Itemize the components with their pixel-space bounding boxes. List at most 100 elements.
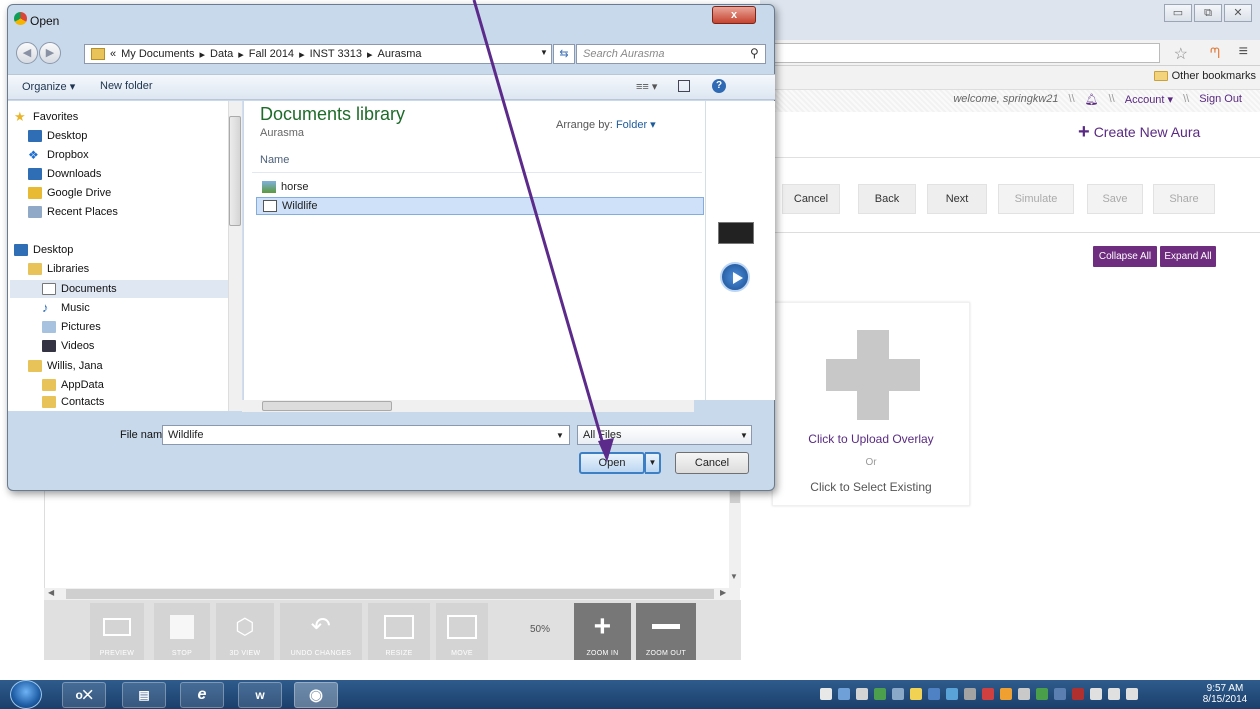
tray-icon[interactable]	[892, 688, 904, 700]
tray-icon[interactable]	[1000, 688, 1012, 700]
breadcrumb-item[interactable]: Fall 2014	[249, 48, 294, 60]
create-new-aura-link[interactable]: + Create New Aura	[1078, 122, 1200, 142]
preview-button[interactable]: PREVIEW	[90, 603, 144, 660]
nav-desktop-root[interactable]: Desktop	[10, 241, 230, 259]
media-player-icon[interactable]	[720, 262, 750, 292]
tray-icon[interactable]	[946, 688, 958, 700]
move-button[interactable]: MOVE	[436, 603, 488, 660]
notification-icon[interactable]: 🔔︎	[1085, 93, 1099, 106]
forward-arrow-icon[interactable]: ▶	[39, 42, 61, 64]
editor-canvas[interactable]	[44, 480, 740, 588]
zoom-out-button[interactable]: ZOOM OUT	[636, 603, 696, 660]
nav-documents[interactable]: Documents	[10, 280, 230, 298]
cancel-aura-button[interactable]: Cancel	[782, 184, 840, 214]
share-button[interactable]: Share	[1153, 184, 1215, 214]
arrange-value[interactable]: Folder ▾	[616, 119, 656, 131]
new-folder-button[interactable]: New folder	[100, 80, 153, 92]
breadcrumb-item[interactable]: Aurasma	[378, 48, 422, 60]
next-button[interactable]: Next	[927, 184, 987, 214]
battery-icon[interactable]	[1090, 688, 1102, 700]
tray-icon[interactable]	[982, 688, 994, 700]
file-name-input[interactable]: Wildlife	[162, 425, 570, 445]
tray-icon[interactable]	[1036, 688, 1048, 700]
account-menu[interactable]: Account ▾	[1125, 93, 1173, 106]
nav-contacts[interactable]: Contacts	[10, 395, 230, 409]
nav-favorites[interactable]: ★ Favorites	[10, 108, 230, 126]
zoom-in-button[interactable]: + ZOOM IN	[574, 603, 631, 660]
url-input[interactable]	[760, 43, 1160, 63]
other-bookmarks[interactable]: Other bookmarks	[1153, 70, 1256, 82]
signal-icon[interactable]	[1108, 688, 1120, 700]
nav-videos[interactable]: Videos	[10, 337, 230, 355]
breadcrumb-item[interactable]: INST 3313	[310, 48, 362, 60]
breadcrumb-item[interactable]: Data	[210, 48, 233, 60]
chrome-taskbar-icon[interactable]: ◉	[294, 682, 338, 708]
breadcrumb-overflow[interactable]: «	[110, 48, 116, 60]
dialog-close-button[interactable]: x	[712, 6, 756, 24]
outlook-taskbar-icon[interactable]: o⨉	[62, 682, 106, 708]
3d-view-button[interactable]: ⬡ 3D VIEW	[216, 603, 274, 660]
tray-icon[interactable]	[910, 688, 922, 700]
undo-changes-button[interactable]: ↶ UNDO CHANGES	[280, 603, 362, 660]
refresh-icon[interactable]: ⇆	[553, 44, 575, 64]
help-icon[interactable]: ?	[712, 79, 726, 93]
nav-music[interactable]: ♪ Music	[10, 299, 230, 317]
tray-icon[interactable]	[838, 688, 850, 700]
minimize-button[interactable]: ▭	[1164, 4, 1192, 22]
chevron-down-icon[interactable]: ▼	[556, 431, 564, 440]
cancel-button[interactable]: Cancel	[675, 452, 749, 474]
maximize-button[interactable]: ⧉	[1194, 4, 1222, 22]
nav-user-folder[interactable]: Willis, Jana	[10, 357, 230, 375]
organize-button[interactable]: Organize ▾	[22, 80, 75, 93]
arrange-by[interactable]: Arrange by: Folder ▾	[556, 118, 656, 131]
select-existing-link[interactable]: Click to Select Existing	[772, 480, 970, 494]
tray-icon[interactable]	[820, 688, 832, 700]
nav-desktop[interactable]: Desktop	[10, 127, 230, 145]
nav-libraries[interactable]: Libraries	[10, 260, 230, 278]
nav-dropbox[interactable]: ❖ Dropbox	[10, 146, 230, 164]
chevron-down-icon[interactable]: ▼	[740, 431, 748, 440]
file-type-select[interactable]: All Files	[577, 425, 752, 445]
sign-out-link[interactable]: Sign Out	[1199, 93, 1242, 106]
collapse-all-button[interactable]: Collapse All	[1093, 246, 1157, 267]
scrollbar-thumb[interactable]	[229, 116, 241, 226]
clock[interactable]: 9:57 AM 8/15/2014	[1196, 683, 1254, 705]
menu-icon[interactable]: ≡	[1239, 43, 1248, 61]
chevron-down-icon[interactable]: ▼	[540, 48, 548, 57]
search-input[interactable]: Search Aurasma	[576, 44, 766, 64]
tray-icon[interactable]	[874, 688, 886, 700]
tray-icon[interactable]	[964, 688, 976, 700]
bluetooth-icon[interactable]	[1018, 688, 1030, 700]
open-button[interactable]: Open	[579, 452, 645, 474]
nav-pictures[interactable]: Pictures	[10, 318, 230, 336]
column-header-name[interactable]: Name	[260, 154, 289, 166]
preview-pane-icon[interactable]	[678, 80, 690, 92]
simulate-button[interactable]: Simulate	[998, 184, 1074, 214]
explorer-taskbar-icon[interactable]: ▤	[122, 682, 166, 708]
views-button[interactable]: ≡≡ ▾	[636, 80, 657, 93]
tray-icon[interactable]	[856, 688, 868, 700]
tray-icon[interactable]	[1054, 688, 1066, 700]
scrollbar-thumb[interactable]	[262, 401, 392, 411]
file-item-selected[interactable]: Wildlife	[256, 197, 704, 215]
nav-google-drive[interactable]: Google Drive	[10, 184, 230, 202]
scrollbar-thumb[interactable]	[66, 589, 714, 599]
start-button[interactable]	[10, 680, 42, 709]
tray-icon[interactable]	[928, 688, 940, 700]
ie-taskbar-icon[interactable]: e	[180, 682, 224, 708]
nav-downloads[interactable]: Downloads	[10, 165, 230, 183]
close-window-button[interactable]: ✕	[1224, 4, 1252, 22]
stop-button[interactable]: STOP	[154, 603, 210, 660]
nav-appdata[interactable]: AppData	[10, 376, 230, 394]
volume-icon[interactable]	[1126, 688, 1138, 700]
back-arrow-icon[interactable]: ◀	[16, 42, 38, 64]
tray-icon[interactable]	[1072, 688, 1084, 700]
extension-icon[interactable]: ᘉ	[1210, 45, 1220, 62]
scroll-down-icon[interactable]: ▼	[730, 572, 738, 581]
expand-all-button[interactable]: Expand All	[1160, 246, 1216, 267]
breadcrumb-item[interactable]: My Documents	[121, 48, 194, 60]
search-icon[interactable]: ⚲	[750, 46, 759, 60]
upload-overlay-link[interactable]: Click to Upload Overlay	[772, 432, 970, 446]
scroll-right-icon[interactable]: ▶	[720, 588, 726, 597]
scroll-left-icon[interactable]: ◀	[48, 588, 54, 597]
